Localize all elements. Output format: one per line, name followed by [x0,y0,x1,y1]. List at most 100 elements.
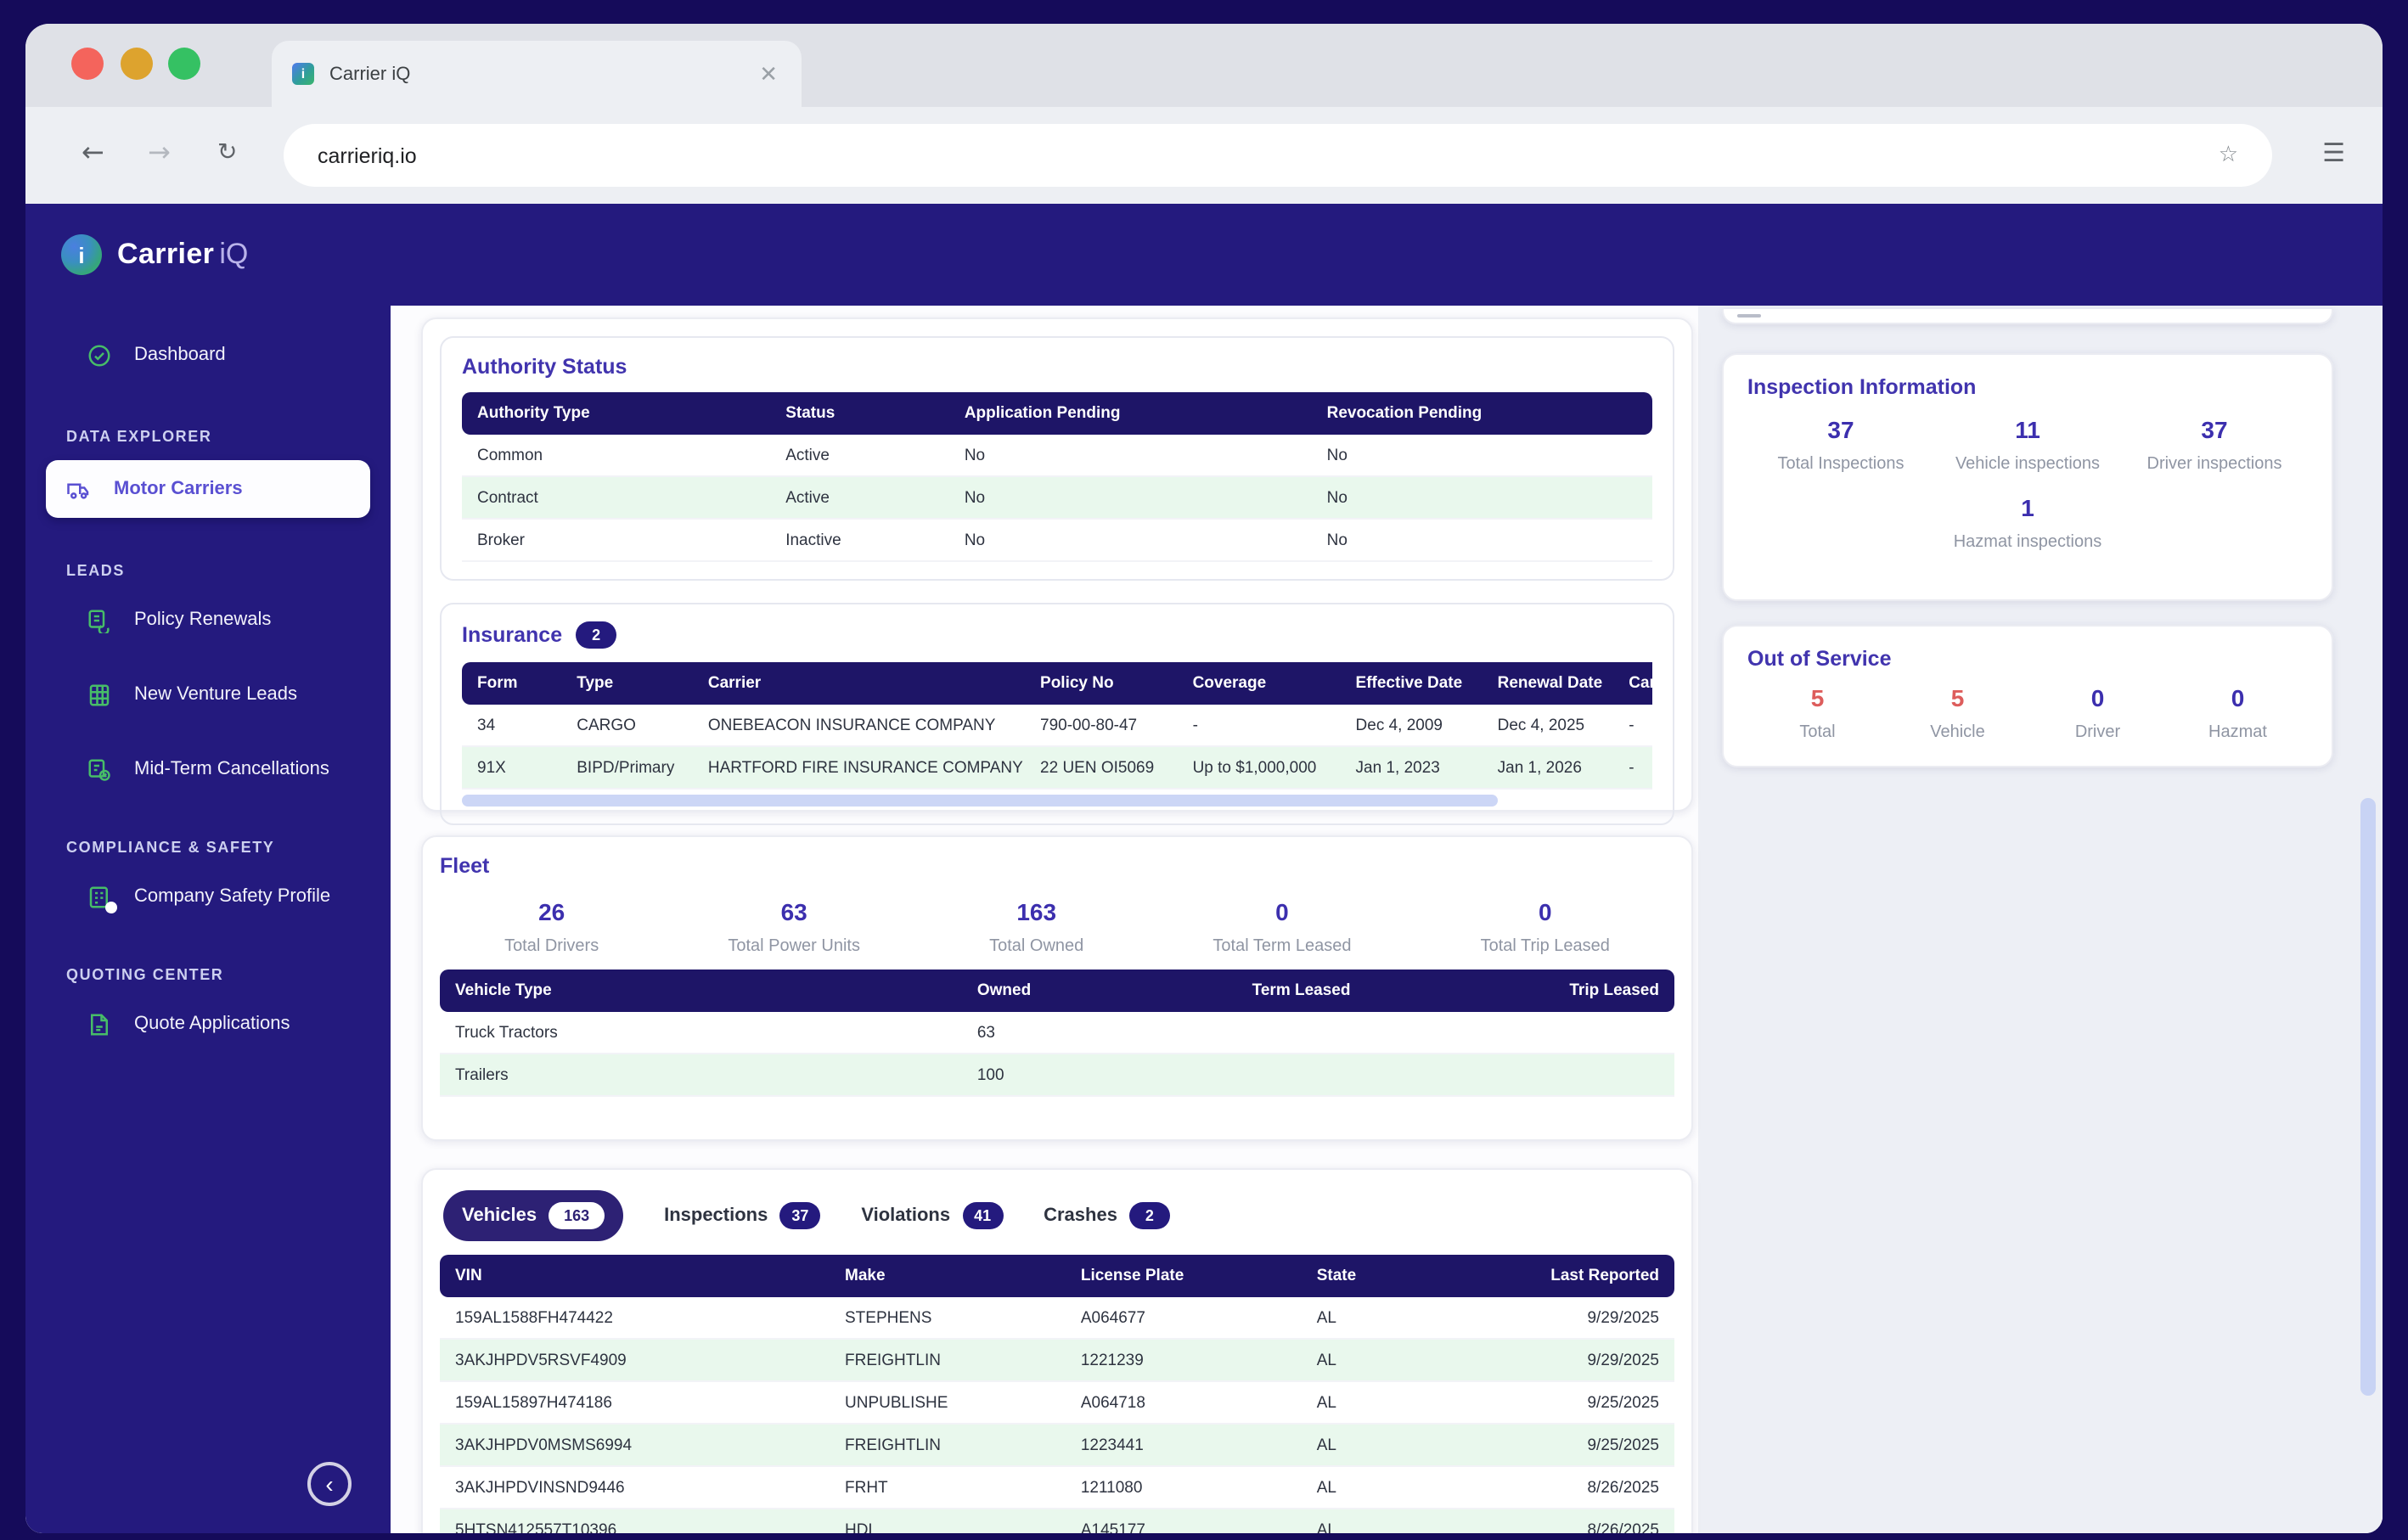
stat-total-trip-leased: 0 Total Trip Leased [1481,898,1610,956]
stat-label: Total Drivers [504,937,599,956]
truncated-text-dash [1737,314,1761,318]
content-area: Inspection Information 37 Total Inspecti… [391,306,2383,1533]
table-cell: - [1178,705,1341,746]
vehicles-card: Vehicles 163 Inspections 37 Violations 4… [421,1168,1693,1533]
tab-close-icon[interactable]: ✕ [756,59,781,88]
stat-value: 37 [1747,416,1934,443]
table-cell: AL [1302,1509,1494,1533]
table-cell: No [1312,435,1652,476]
table-cell: 9/29/2025 [1494,1339,1674,1381]
browser-tab[interactable]: i Carrier iQ ✕ [272,41,802,107]
sidebar-item-label: Company Safety Profile [134,886,330,907]
card-title: Out of Service [1747,647,2308,671]
stat-value: 0 [1481,898,1610,925]
horizontal-scrollbar[interactable] [462,795,1498,807]
insurance-count-badge: 2 [576,621,616,649]
authority-status-table: Authority TypeStatusApplication PendingR… [462,392,1652,562]
vertical-scrollbar[interactable] [2360,798,2376,1396]
back-icon[interactable]: ← [82,136,104,168]
table-cell: 63 [962,1012,1237,1054]
tab-count-badge: 37 [779,1202,820,1229]
authority-status-section: Authority Status Authority TypeStatusApp… [440,336,1674,581]
table-cell: A064677 [1066,1297,1302,1339]
table-cell: 9/25/2025 [1494,1424,1674,1466]
tab-vehicles[interactable]: Vehicles 163 [443,1190,623,1241]
sidebar-item-policy-renewals[interactable]: Policy Renewals [25,594,391,645]
stat-driver-inspections: 37 Driver inspections [2121,416,2308,474]
table-row: 3AKJHPDV5RSVF4909FREIGHTLIN1221239AL9/29… [440,1339,1674,1381]
stat-total-power-units: 63 Total Power Units [728,898,860,956]
table-cell: Contract [462,476,770,519]
table-cell: Up to $1,000,000 [1178,746,1341,789]
tab-label: Inspections [664,1206,768,1226]
column-header: Authority Type [462,392,770,435]
stat-value: 0 [1212,898,1351,925]
insurance-section: Insurance 2 FormTypeCarrierPolicy NoCove… [440,603,1674,825]
sidebar-section-quoting: QUOTING CENTER [66,966,391,983]
table-cell: Active [770,476,949,519]
vehicles-table: VINMakeLicense PlateStateLast Reported 1… [440,1255,1674,1533]
window-maximize-button[interactable] [168,48,200,80]
table-cell: CARGO [561,705,693,746]
table-cell: A064718 [1066,1381,1302,1424]
table-cell: AL [1302,1466,1494,1509]
window-close-button[interactable] [71,48,104,80]
sidebar-item-mid-term-cancellations[interactable]: Mid-Term Cancellations [25,744,391,795]
sidebar-item-new-venture-leads[interactable]: New Venture Leads [25,669,391,720]
bookmark-star-icon[interactable]: ☆ [2219,143,2238,168]
table-cell: No [949,435,1312,476]
stat-value: 63 [728,898,860,925]
stat-value: 5 [1747,684,1888,711]
tab-violations[interactable]: Violations 41 [861,1202,1003,1229]
vehicle-type-table: Vehicle TypeOwnedTerm LeasedTrip Leased … [440,970,1674,1097]
sidebar-item-label: Dashboard [134,345,226,365]
sidebar-item-dashboard[interactable]: Dashboard [25,329,391,380]
browser-window: i Carrier iQ ✕ ← → ↻ carrieriq.io ☆ ☰ i … [25,24,2383,1533]
tab-crashes[interactable]: Crashes 2 [1044,1202,1170,1229]
table-cell: Dec 4, 2025 [1482,705,1614,746]
table-cell: Dec 4, 2009 [1341,705,1482,746]
right-panel-area: Inspection Information 37 Total Inspecti… [1698,306,2383,1533]
table-cell: Jan 1, 2023 [1341,746,1482,789]
brand-name: Carrier [117,238,214,272]
sidebar-collapse-button[interactable]: ‹ [307,1462,352,1506]
url-bar[interactable]: carrieriq.io ☆ [284,124,2272,187]
app-root: i Carrier iQ Dashboard DATA EXPLORER Mot… [25,204,2383,1533]
column-header: State [1302,1255,1494,1297]
table-cell: 790-00-80-47 [1025,705,1178,746]
table-cell: HDL [830,1509,1066,1533]
table-cell: No [1312,519,1652,561]
stat-oos-vehicle: 5 Vehicle [1888,684,2028,742]
table-row: CommonActiveNoNo [462,435,1652,476]
sidebar-item-label: New Venture Leads [134,684,297,705]
stat-hazmat-inspections: 1 Hazmat inspections [1954,494,2102,552]
table-cell: 159AL15897H474186 [440,1381,830,1424]
column-header: Effective Date [1341,662,1482,705]
window-minimize-button[interactable] [121,48,153,80]
stat-label: Total Power Units [728,937,860,956]
table-row: BrokerInactiveNoNo [462,519,1652,561]
reload-icon[interactable]: ↻ [217,139,237,166]
stat-total-term-leased: 0 Total Term Leased [1212,898,1351,956]
table-cell: 3AKJHPDVINSND9446 [440,1466,830,1509]
table-cell: 100 [962,1054,1237,1096]
tab-label: Crashes [1044,1206,1117,1226]
table-cell: BIPD/Primary [561,746,693,789]
tab-label: Vehicles [462,1206,537,1226]
column-header: Policy No [1025,662,1178,705]
browser-menu-icon[interactable]: ☰ [2322,138,2345,168]
tab-inspections[interactable]: Inspections 37 [664,1202,820,1229]
column-header: Renewal Date [1482,662,1614,705]
stat-label: Vehicle [1888,723,2028,742]
sidebar-item-quote-applications[interactable]: Quote Applications [25,998,391,1049]
column-header: Make [830,1255,1066,1297]
stat-value: 1 [1954,494,2102,521]
brand-logo-icon: i [61,234,102,275]
sidebar-item-motor-carriers[interactable]: Motor Carriers [46,460,370,518]
sidebar-item-company-safety-profile[interactable]: Company Safety Profile [25,871,391,922]
table-header-row: VINMakeLicense PlateStateLast Reported [440,1255,1674,1297]
forward-icon[interactable]: → [148,136,171,168]
tab-count-badge: 41 [962,1202,1003,1229]
stat-label: Total [1747,723,1888,742]
column-header: Type [561,662,693,705]
